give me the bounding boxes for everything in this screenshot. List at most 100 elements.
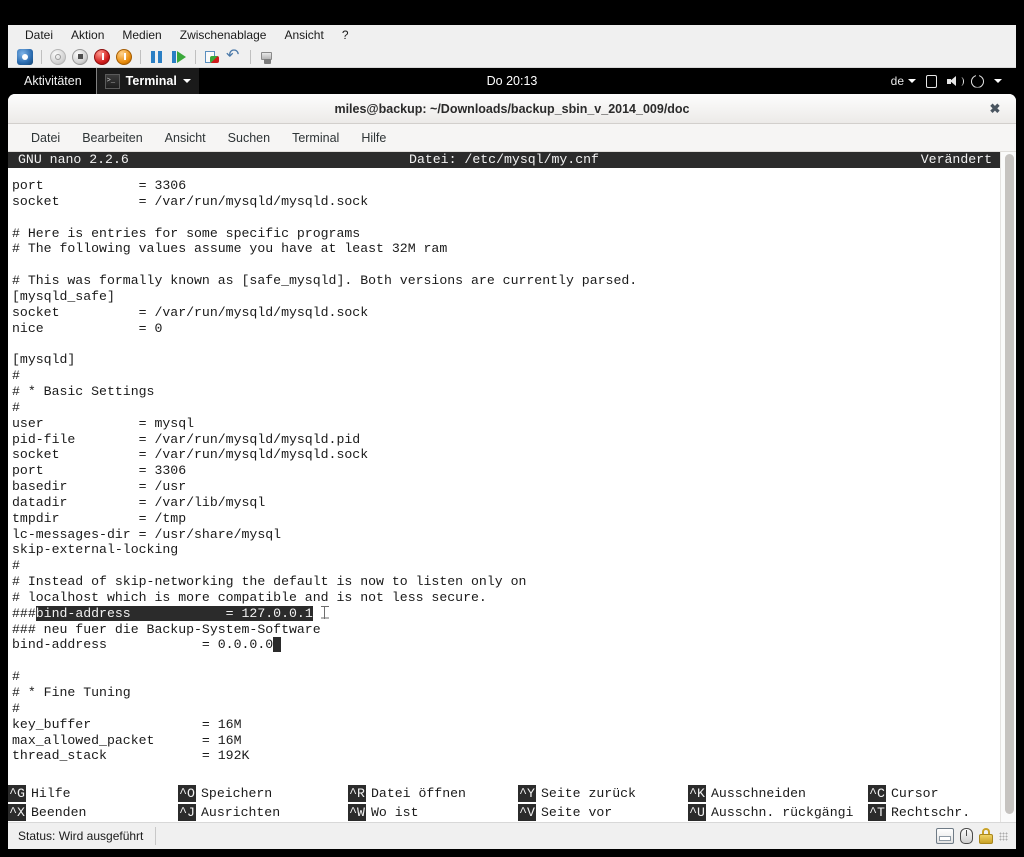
nano-shortcut-ctrl-k[interactable]: ^K Ausschneiden	[688, 784, 868, 803]
menu-ansicht[interactable]: Ansicht	[154, 124, 217, 152]
resize-grip-icon[interactable]	[999, 831, 1008, 841]
nano-line-prefix: ###	[12, 605, 36, 621]
vbox-menu-help[interactable]: ?	[333, 25, 358, 46]
close-icon[interactable]: ✖	[988, 102, 1002, 116]
mouse-integration-icon[interactable]	[960, 828, 973, 844]
nano-shortcut-label: Cursor	[891, 785, 939, 801]
reset-icon[interactable]	[94, 48, 110, 65]
menu-suchen[interactable]: Suchen	[217, 124, 281, 152]
chevron-down-icon	[908, 79, 916, 83]
nano-shortcut-ctrl-t[interactable]: ^T Rechtschr.	[868, 803, 998, 822]
power-icon[interactable]	[971, 74, 984, 88]
nano-line	[12, 653, 1000, 669]
nano-shortcut-ctrl-r[interactable]: ^R Datei öffnen	[348, 784, 518, 803]
nano-shortcut-key: ^G	[8, 784, 26, 803]
menu-bearbeiten[interactable]: Bearbeiten	[71, 124, 153, 152]
statusbar-separator	[155, 827, 157, 845]
nano-shortcut-ctrl-o[interactable]: ^O Speichern	[178, 784, 348, 803]
chevron-down-icon	[182, 79, 191, 83]
menu-datei[interactable]: Datei	[20, 124, 71, 152]
nano-text-area[interactable]: port = 3306 socket = /var/run/mysqld/mysq…	[8, 168, 1000, 763]
chevron-down-icon[interactable]	[994, 79, 1002, 83]
toolbar-separator	[41, 49, 42, 64]
nano-line: # The following values assume you have a…	[12, 241, 448, 257]
virtualbox-icon[interactable]	[17, 48, 33, 65]
vbox-menu-medien[interactable]: Medien	[113, 25, 170, 46]
vbox-menu-ansicht[interactable]: Ansicht	[275, 25, 332, 46]
nano-shortcut-label: Beenden	[31, 804, 87, 820]
menu-hilfe[interactable]: Hilfe	[350, 124, 397, 152]
mouse-ibeam-cursor	[320, 605, 329, 619]
nano-shortcut-row: ^X Beenden ^J Ausrichten ^W Wo ist ^V Seite vor…	[8, 803, 1000, 822]
keyboard-layout-label: de	[890, 74, 904, 88]
nano-line: #	[12, 669, 20, 685]
host-key-lock-icon[interactable]	[979, 828, 993, 844]
nano-shortcut-key: ^U	[688, 803, 706, 822]
power-off-icon[interactable]	[50, 48, 66, 65]
terminal-menubar: Datei Bearbeiten Ansicht Suchen Terminal…	[8, 124, 1016, 152]
nano-shortcut-key: ^J	[178, 803, 196, 822]
nano-filename: Datei: /etc/mysql/my.cnf	[409, 152, 599, 167]
menu-terminal[interactable]: Terminal	[281, 124, 350, 152]
text-cursor	[273, 637, 282, 653]
nano-shortcut-label: Ausrichten	[201, 804, 281, 820]
vbox-menu-aktion[interactable]: Aktion	[62, 25, 113, 46]
terminal-window: miles@backup: ~/Downloads/backup_sbin_v_…	[8, 94, 1016, 822]
nano-shortcut-ctrl-c[interactable]: ^C Cursor	[868, 784, 998, 803]
volume-icon[interactable]	[947, 75, 964, 88]
nano-shortcut-ctrl-g[interactable]: ^G Hilfe	[8, 784, 178, 803]
resume-icon[interactable]	[171, 49, 187, 65]
vbox-menu-zwischenablage[interactable]: Zwischenablage	[171, 25, 276, 46]
snapshot-icon[interactable]	[204, 49, 220, 65]
nano-shortcut-key: ^V	[518, 803, 536, 822]
vbox-statusbar: Status: Wird ausgeführt	[8, 822, 1016, 849]
nano-shortcut-label: Ausschn. rückgängi	[711, 804, 854, 820]
screen-icon[interactable]	[926, 74, 937, 88]
nano-shortcut-label: Rechtschr.	[891, 804, 971, 820]
nano-line: socket = /var/run/mysqld/mysqld.sock	[12, 304, 369, 320]
terminal-titlebar[interactable]: miles@backup: ~/Downloads/backup_sbin_v_…	[8, 94, 1016, 124]
nano-selected-line[interactable]: ###bind-address = 127.0.0.1	[12, 605, 1000, 622]
nano-line: # Instead of skip-networking the default…	[12, 574, 527, 590]
nano-line: [mysqld]	[12, 352, 76, 368]
nano-shortcut-ctrl-u[interactable]: ^U Ausschn. rückgängi	[688, 803, 868, 822]
disk-activity-icon[interactable]	[936, 828, 954, 844]
nano-selection[interactable]: bind-address = 127.0.0.1	[35, 605, 313, 621]
acpi-shutdown-icon[interactable]	[116, 48, 132, 65]
nano-editor[interactable]: GNU nano 2.2.6 Datei: /etc/mysql/my.cnf …	[8, 152, 1000, 822]
nano-line-text: bind-address = 0.0.0.0	[12, 637, 274, 653]
vbox-menu-datei[interactable]: Datei	[16, 25, 62, 46]
nano-shortcut-ctrl-y[interactable]: ^Y Seite zurück	[518, 784, 688, 803]
nano-shortcut-ctrl-w[interactable]: ^W Wo ist	[348, 803, 518, 822]
terminal-body[interactable]: GNU nano 2.2.6 Datei: /etc/mysql/my.cnf …	[8, 152, 1016, 822]
toolbar-separator	[140, 49, 141, 64]
nano-line: [mysqld_safe]	[12, 288, 115, 304]
nano-line: port = 3306	[12, 178, 187, 193]
nano-shortcut-label: Seite vor	[541, 804, 613, 820]
nano-line: user = mysql	[12, 415, 195, 431]
gnome-top-bar: Do 20:13 Aktivitäten >_ Terminal de	[8, 68, 1016, 94]
nano-shortcut-key: ^W	[348, 803, 366, 822]
nano-shortcut-ctrl-j[interactable]: ^J Ausrichten	[178, 803, 348, 822]
nano-line: datadir = /var/lib/mysql	[12, 494, 266, 510]
network-settings-icon[interactable]	[259, 49, 275, 65]
pause-icon[interactable]	[149, 49, 165, 65]
nano-shortcut-label: Ausschneiden	[711, 785, 806, 801]
nano-line: # This was formally known as [safe_mysql…	[12, 273, 638, 289]
keyboard-layout-indicator[interactable]: de	[891, 74, 916, 88]
undo-icon[interactable]	[226, 45, 242, 65]
nano-line: #	[12, 368, 20, 384]
activities-button[interactable]: Aktivitäten	[8, 74, 96, 88]
nano-cursor-line[interactable]: bind-address = 0.0.0.0	[12, 637, 1000, 653]
terminal-scrollbar-thumb[interactable]	[1005, 154, 1014, 814]
nano-shortcut-label: Wo ist	[371, 804, 419, 820]
nano-shortcut-ctrl-v[interactable]: ^V Seite vor	[518, 803, 688, 822]
app-menu-terminal[interactable]: >_ Terminal	[95, 68, 199, 94]
nano-shortcut-label: Datei öffnen	[371, 785, 466, 801]
terminal-scrollbar[interactable]	[1000, 152, 1016, 822]
nano-titlebar: GNU nano 2.2.6 Datei: /etc/mysql/my.cnf …	[8, 152, 1000, 168]
nano-line: pid-file = /var/run/mysqld/mysqld.pid	[12, 431, 361, 447]
stop-icon[interactable]	[72, 48, 88, 65]
nano-shortcut-key: ^R	[348, 784, 366, 803]
nano-shortcut-ctrl-x[interactable]: ^X Beenden	[8, 803, 178, 822]
